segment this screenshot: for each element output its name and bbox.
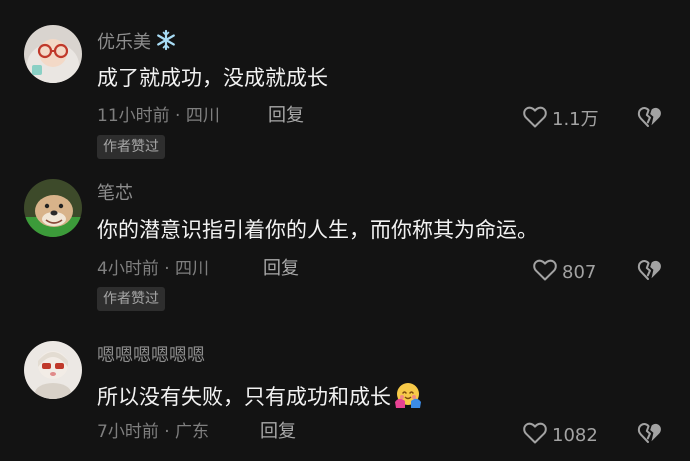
username[interactable]: 笔芯 (97, 183, 133, 205)
like-button[interactable]: 1.1万 (522, 105, 599, 135)
author-liked-badge: 作者赞过 (97, 135, 165, 159)
dislike-button[interactable] (636, 258, 664, 286)
heart-outline-icon (522, 421, 548, 451)
like-count: 1.1万 (552, 109, 599, 130)
comment-text: 你的潜意识指引着你的人生，而你称其为命运。 (97, 218, 538, 242)
broken-heart-icon (636, 107, 664, 133)
like-count: 1082 (552, 425, 598, 446)
reply-button[interactable]: 回复 (263, 258, 299, 280)
like-count: 807 (562, 262, 597, 283)
heart-outline-icon (532, 258, 558, 288)
avatar[interactable] (24, 341, 82, 399)
author-liked-badge: 作者赞过 (97, 287, 165, 311)
dislike-button[interactable] (636, 421, 664, 449)
username[interactable]: 优乐美 (97, 29, 177, 57)
comment-meta: 7小时前 · 广东 (97, 422, 210, 442)
reply-button[interactable]: 回复 (268, 105, 304, 127)
avatar[interactable] (24, 179, 82, 237)
comment-meta: 4小时前 · 四川 (97, 259, 210, 279)
comment-text: 所以没有失败，只有成功和成长 (97, 381, 423, 416)
comment-meta: 11小时前 · 四川 (97, 106, 220, 126)
broken-heart-icon (636, 260, 664, 286)
heart-outline-icon (522, 105, 548, 135)
comment-text: 成了就成功，没成就成长 (97, 66, 328, 90)
snowflake-icon (155, 29, 177, 57)
like-button[interactable]: 807 (532, 258, 596, 288)
username[interactable]: 嗯嗯嗯嗯嗯嗯 (97, 345, 205, 367)
hugging-face-icon (393, 381, 423, 416)
broken-heart-icon (636, 423, 664, 449)
like-button[interactable]: 1082 (522, 421, 598, 451)
avatar[interactable] (24, 25, 82, 83)
reply-button[interactable]: 回复 (260, 421, 296, 443)
dislike-button[interactable] (636, 105, 664, 133)
